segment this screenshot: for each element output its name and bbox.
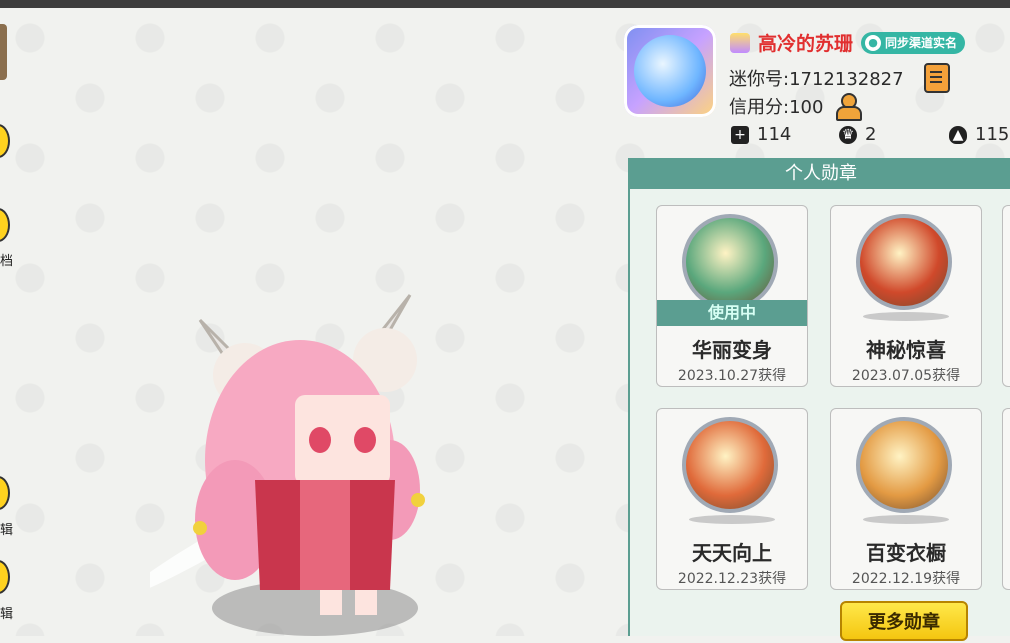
medals-panel: 个人勋章 使用中 华丽变身 2023.10.27获得 神秘惊喜 2023.07.… xyxy=(628,158,1010,636)
credit-score: 信用分:100 xyxy=(729,97,824,118)
player-name: 高冷的苏珊 xyxy=(758,33,854,55)
medal-card[interactable]: 天天向上 2022.12.23获得 xyxy=(656,408,808,590)
medal-icon xyxy=(856,417,952,513)
credit-person-icon[interactable] xyxy=(835,93,863,121)
copy-icon[interactable] xyxy=(923,63,950,93)
trophy-person-icon: ♛ xyxy=(839,125,857,144)
side-label: 辑 xyxy=(0,607,14,622)
stat-likes[interactable]: + 114 xyxy=(731,124,791,145)
medal-icon xyxy=(856,214,952,310)
medal-date: 2023.10.27获得 xyxy=(677,368,787,384)
medal-icon xyxy=(682,214,778,310)
stat-value: 1154 xyxy=(975,124,1010,145)
medal-card-partial[interactable] xyxy=(1002,205,1010,387)
more-medals-button[interactable]: 更多勋章 xyxy=(840,601,968,641)
flame-icon: ▲ xyxy=(949,125,967,144)
in-use-badge: 使用中 xyxy=(657,300,807,326)
realname-badge-label: 同步渠道实名 xyxy=(885,36,958,50)
medal-date: 2023.07.05获得 xyxy=(851,368,961,384)
player-id: 迷你号:1712132827 xyxy=(729,69,904,90)
stat-value: 114 xyxy=(757,124,792,145)
top-bar xyxy=(0,0,1010,8)
medal-card-partial[interactable] xyxy=(1002,408,1010,590)
medal-card[interactable]: 使用中 华丽变身 2023.10.27获得 xyxy=(656,205,808,387)
medal-name: 百变衣橱 xyxy=(866,541,946,565)
medal-shadow xyxy=(863,515,949,524)
stat-trophies[interactable]: ♛ 2 xyxy=(839,124,876,145)
avatar-face xyxy=(634,35,706,107)
medal-name: 神秘惊喜 xyxy=(866,338,946,362)
medal-icon xyxy=(682,417,778,513)
medal-date: 2022.12.19获得 xyxy=(851,571,961,587)
back-tab[interactable] xyxy=(0,24,7,80)
medal-shadow xyxy=(863,312,949,321)
player-id-row: 迷你号:1712132827 xyxy=(729,63,950,93)
side-label: 档 xyxy=(0,254,14,269)
medals-panel-title: 个人勋章 xyxy=(630,158,1010,189)
realname-badge[interactable]: ● 同步渠道实名 xyxy=(861,31,966,54)
medal-card[interactable]: 神秘惊喜 2023.07.05获得 xyxy=(830,205,982,387)
medal-shadow xyxy=(689,515,775,524)
vip-icon xyxy=(730,32,750,53)
side-label: 辑 xyxy=(0,523,14,538)
profile-avatar[interactable] xyxy=(624,25,716,117)
person-icon: ● xyxy=(865,34,882,51)
medal-name: 华丽变身 xyxy=(692,338,772,362)
medal-card[interactable]: 百变衣橱 2022.12.19获得 xyxy=(830,408,982,590)
stat-popularity[interactable]: ▲ 1154 xyxy=(949,124,1010,145)
medal-name: 天天向上 xyxy=(692,541,772,565)
plus-square-icon: + xyxy=(731,125,749,144)
medal-date: 2022.12.23获得 xyxy=(677,571,787,587)
player-character[interactable] xyxy=(150,290,440,620)
name-row: 高冷的苏珊 ● 同步渠道实名 xyxy=(730,29,966,56)
credit-row: 信用分:100 xyxy=(729,93,863,121)
stat-value: 2 xyxy=(865,124,877,145)
stats-row: + 114 ♛ 2 ▲ 1154 xyxy=(731,124,1010,152)
